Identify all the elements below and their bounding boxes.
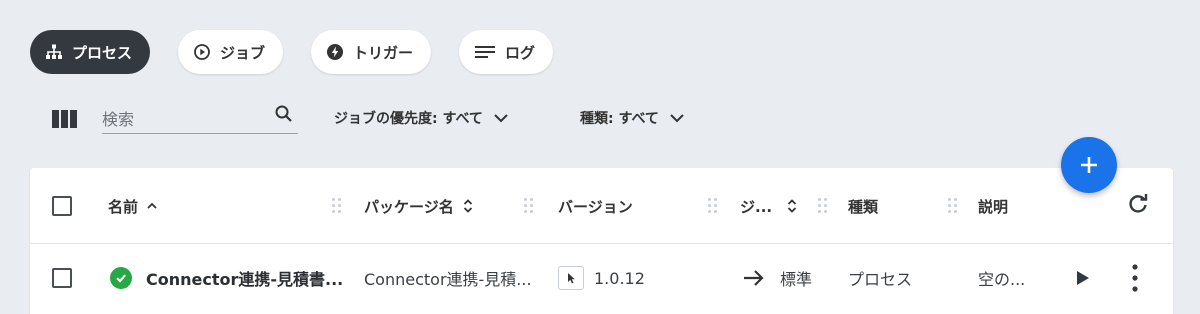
refresh-button[interactable] bbox=[1126, 194, 1150, 218]
run-process-button[interactable] bbox=[1074, 266, 1092, 290]
column-resize-handle[interactable] bbox=[708, 194, 718, 218]
more-vertical-icon bbox=[1130, 262, 1140, 294]
sort-both-icon bbox=[786, 198, 798, 214]
column-header-name-label: 名前 bbox=[108, 197, 139, 216]
priority-filter-label: ジョブの優先度: すべて bbox=[334, 111, 483, 127]
column-header-type-label: 種類 bbox=[848, 197, 879, 216]
table-header: 名前 パッケージ名 バージョン ジ... 種類 説明 bbox=[30, 168, 1173, 244]
row-job-priority-cell: 標準 bbox=[742, 266, 812, 290]
column-resize-handle[interactable] bbox=[332, 194, 342, 218]
type-filter-label: 種類: すべて bbox=[580, 111, 659, 127]
table-row[interactable]: Connector連携-見積書... Connector連携-見積... 1.0… bbox=[30, 244, 1173, 312]
tab-triggers[interactable]: トリガー bbox=[311, 30, 432, 74]
column-header-description-label: 説明 bbox=[978, 197, 1009, 216]
column-header-package[interactable]: パッケージ名 bbox=[364, 194, 474, 218]
row-version: 1.0.12 bbox=[594, 268, 645, 288]
row-type: プロセス bbox=[848, 270, 913, 289]
refresh-icon bbox=[1126, 192, 1150, 220]
column-header-job-label: ジ... bbox=[740, 197, 773, 216]
column-header-description[interactable]: 説明 bbox=[978, 194, 1008, 218]
row-package-cell: Connector連携-見積... bbox=[364, 266, 532, 290]
tab-processes-label: プロセス bbox=[72, 43, 133, 62]
chevron-down-icon bbox=[493, 110, 509, 126]
column-resize-handle[interactable] bbox=[948, 194, 958, 218]
tab-logs-label: ログ bbox=[505, 43, 536, 62]
row-more-menu-button[interactable] bbox=[1130, 262, 1140, 294]
type-filter-dropdown[interactable]: 種類: すべて bbox=[580, 108, 685, 128]
process-table: 名前 パッケージ名 バージョン ジ... 種類 説明 Connector連携-見… bbox=[30, 168, 1173, 314]
priority-filter-dropdown[interactable]: ジョブの優先度: すべて bbox=[334, 108, 509, 128]
view-tabs: プロセス ジョブ トリガー ログ bbox=[30, 30, 554, 74]
filter-bar: 検索 ジョブの優先度: すべて 種類: すべて bbox=[0, 96, 760, 140]
chevron-down-icon bbox=[669, 110, 685, 126]
tab-logs[interactable]: ログ bbox=[459, 30, 554, 74]
row-name: Connector連携-見積書... bbox=[146, 270, 344, 289]
tab-processes[interactable]: プロセス bbox=[30, 30, 151, 74]
row-type-cell: プロセス bbox=[848, 266, 912, 290]
search-input[interactable]: 検索 bbox=[102, 102, 298, 134]
add-process-button[interactable] bbox=[1061, 137, 1117, 193]
success-check-icon bbox=[110, 267, 132, 289]
row-checkbox[interactable] bbox=[52, 266, 72, 290]
column-resize-handle[interactable] bbox=[524, 194, 534, 218]
row-version-cell: 1.0.12 bbox=[558, 266, 645, 290]
row-description-cell: 空の... bbox=[978, 266, 1025, 290]
play-icon bbox=[1074, 268, 1092, 288]
cursor-icon bbox=[558, 266, 584, 290]
select-all-checkbox[interactable] bbox=[52, 196, 72, 216]
sort-both-icon bbox=[462, 198, 474, 214]
column-toggle-icon[interactable] bbox=[52, 110, 78, 128]
column-header-name[interactable]: 名前 bbox=[108, 194, 158, 218]
row-name-cell[interactable]: Connector連携-見積書... bbox=[110, 266, 343, 290]
column-header-type[interactable]: 種類 bbox=[848, 194, 878, 218]
arrow-right-icon bbox=[742, 268, 766, 288]
sitemap-icon bbox=[44, 42, 64, 62]
bolt-icon bbox=[325, 42, 345, 62]
plus-icon bbox=[1078, 154, 1100, 176]
sort-ascending-icon bbox=[146, 198, 158, 214]
tab-jobs[interactable]: ジョブ bbox=[178, 30, 284, 74]
search-placeholder: 検索 bbox=[102, 110, 135, 129]
list-lines-icon bbox=[473, 42, 497, 62]
tab-jobs-label: ジョブ bbox=[220, 43, 266, 62]
tab-triggers-label: トリガー bbox=[353, 43, 414, 62]
column-header-package-label: パッケージ名 bbox=[364, 197, 454, 216]
row-package: Connector連携-見積... bbox=[364, 270, 532, 289]
column-header-version[interactable]: バージョン bbox=[558, 194, 633, 218]
row-description: 空の... bbox=[978, 270, 1026, 289]
column-header-version-label: バージョン bbox=[558, 197, 633, 216]
column-resize-handle[interactable] bbox=[818, 194, 828, 218]
column-header-job-priority[interactable]: ジ... bbox=[740, 194, 798, 218]
search-icon[interactable] bbox=[274, 104, 294, 124]
play-circle-icon bbox=[192, 42, 212, 62]
row-job-priority: 標準 bbox=[780, 270, 813, 289]
